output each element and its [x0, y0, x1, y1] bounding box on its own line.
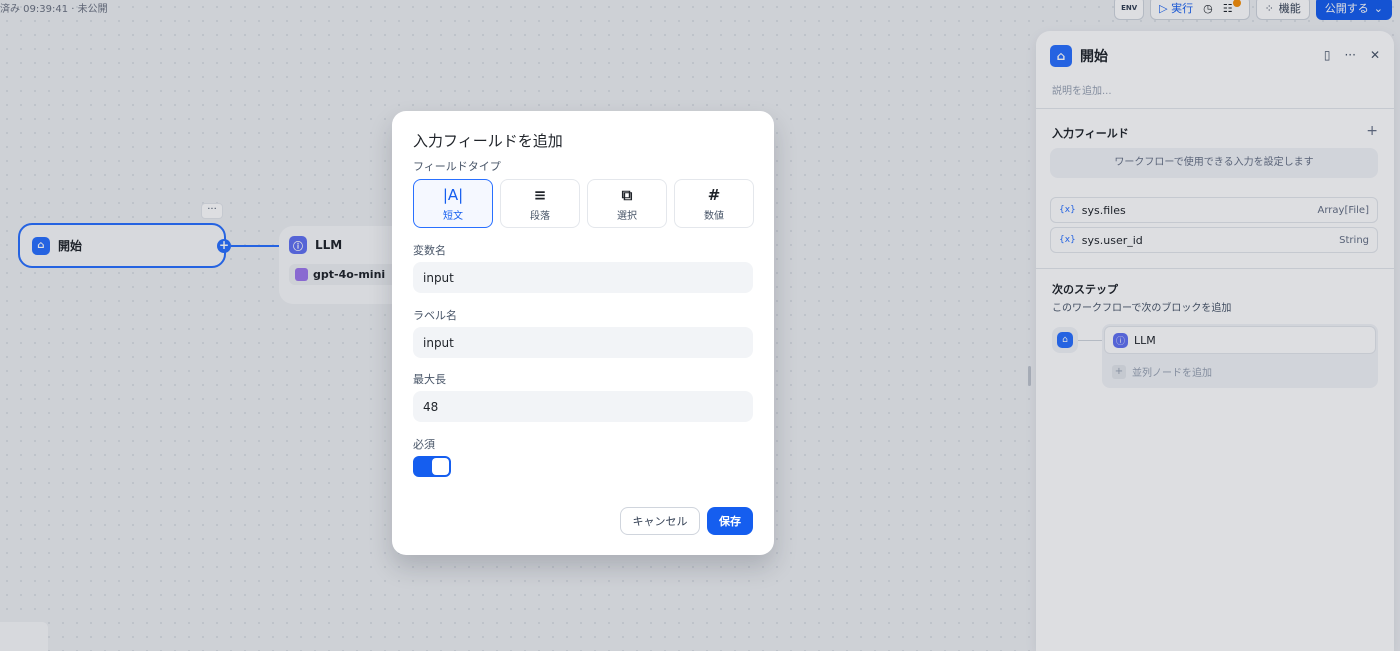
- type-option-paragraph[interactable]: ≡ 段落: [500, 179, 580, 228]
- cancel-button[interactable]: キャンセル: [620, 507, 700, 535]
- type-option-select[interactable]: ⧉ 選択: [587, 179, 667, 228]
- required-toggle[interactable]: [413, 456, 451, 477]
- label-name-input[interactable]: [413, 327, 753, 358]
- variable-name-label: 変数名: [413, 244, 446, 257]
- add-input-field-dialog: 入力フィールドを追加 フィールドタイプ |A| 短文 ≡ 段落 ⧉ 選択 # 数…: [392, 111, 774, 555]
- type-option-label: 選択: [617, 210, 637, 222]
- text-cursor-icon: |A|: [442, 185, 464, 204]
- dialog-title: 入力フィールドを追加: [413, 132, 563, 150]
- field-type-selector: |A| 短文 ≡ 段落 ⧉ 選択 # 数値: [413, 179, 754, 228]
- toggle-knob: [432, 458, 449, 475]
- type-option-label: 段落: [530, 210, 550, 222]
- hash-icon: #: [707, 185, 721, 204]
- type-option-short-text[interactable]: |A| 短文: [413, 179, 493, 228]
- variable-name-input[interactable]: [413, 262, 753, 293]
- type-option-number[interactable]: # 数値: [674, 179, 754, 228]
- save-button[interactable]: 保存: [707, 507, 753, 535]
- max-length-label: 最大長: [413, 373, 446, 386]
- paragraph-icon: ≡: [533, 185, 547, 204]
- max-length-input[interactable]: [413, 391, 753, 422]
- field-type-label: フィールドタイプ: [413, 160, 501, 173]
- required-label: 必須: [413, 438, 435, 451]
- type-option-label: 短文: [443, 210, 463, 222]
- type-option-label: 数値: [704, 210, 724, 222]
- select-icon: ⧉: [621, 185, 633, 204]
- label-name-label: ラベル名: [413, 309, 457, 322]
